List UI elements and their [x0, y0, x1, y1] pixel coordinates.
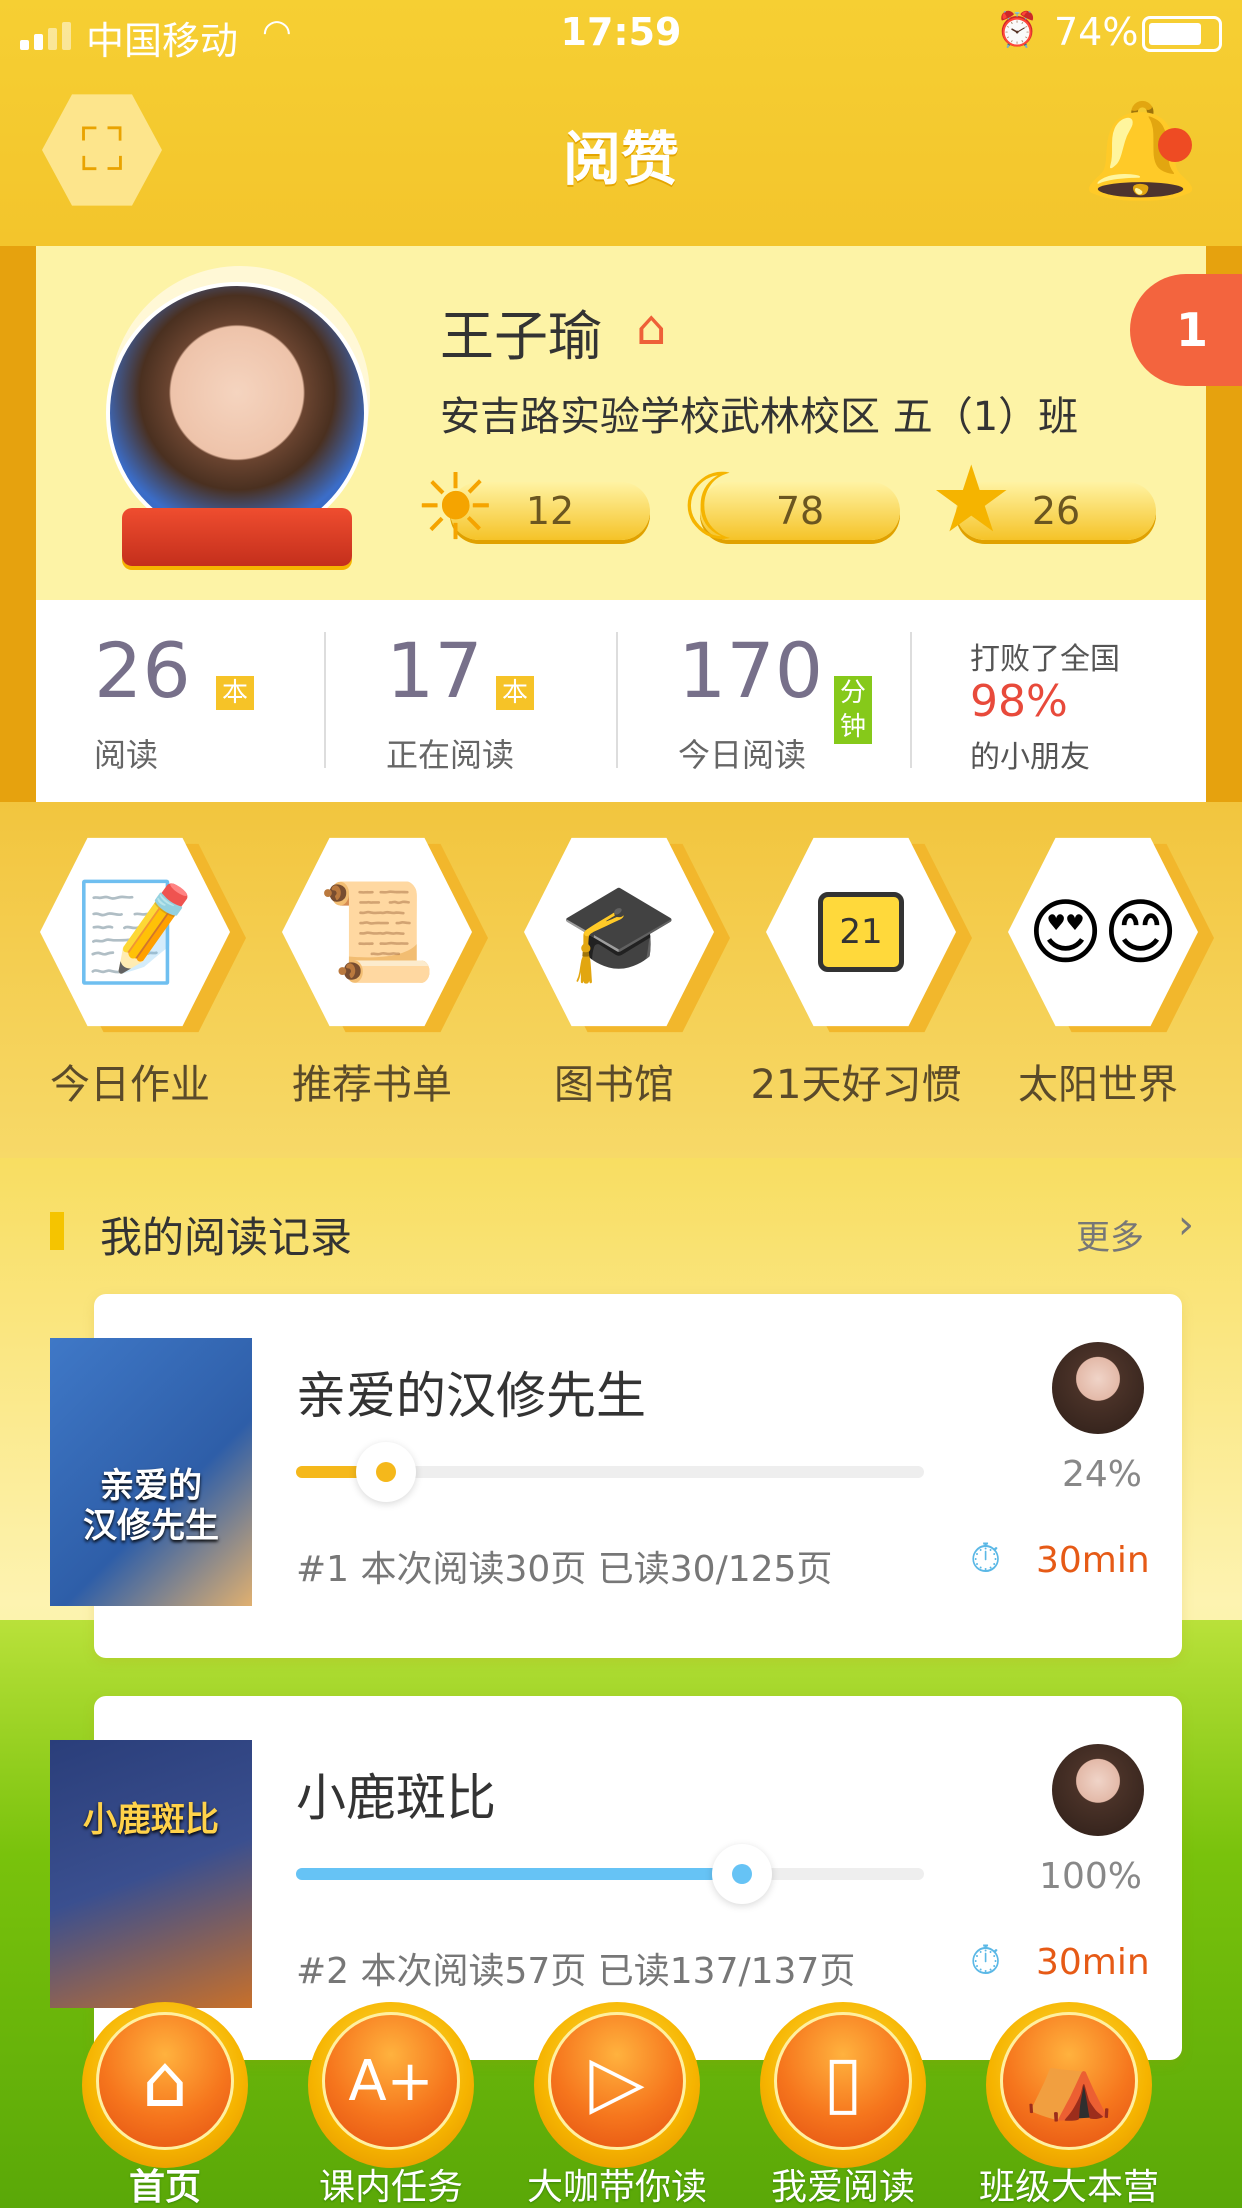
home-icon[interactable]: ⌂: [636, 300, 666, 356]
menu-label: 图书馆: [554, 1062, 674, 1108]
tab-home[interactable]: ⌂ 首页: [62, 1992, 262, 2208]
menu-label: 今日作业: [50, 1062, 210, 1108]
task-icon: A+: [322, 2012, 460, 2150]
tab-love-reading[interactable]: ▯ 我爱阅读: [740, 1992, 940, 2208]
beat-text: 打败了全国: [970, 642, 1120, 677]
book-cover[interactable]: 亲爱的 汉修先生: [50, 1338, 252, 1606]
book-cover[interactable]: 小鹿斑比: [50, 1740, 252, 2008]
avatar-ribbon: [122, 508, 352, 566]
stat-read-label: 阅读: [94, 736, 159, 774]
progress-percent: 100%: [1039, 1856, 1142, 1897]
progress-knob: [356, 1442, 416, 1502]
student-name: 王子瑜: [440, 305, 602, 368]
tab-class-camp[interactable]: ⛺ 班级大本营: [966, 1992, 1166, 2208]
book-title: 小鹿斑比: [296, 1769, 496, 1827]
chevron-right-icon[interactable]: ›: [1178, 1202, 1194, 1248]
menu-booklist[interactable]: 📜 推荐书单: [272, 834, 488, 1108]
menu-label: 太阳世界: [1018, 1062, 1178, 1108]
stat-reading-value: 17: [386, 626, 483, 715]
progress-knob: [712, 1844, 772, 1904]
stopwatch-icon: ⏱: [970, 1536, 1002, 1582]
stats-divider: [616, 632, 618, 768]
stat-reading-label: 正在阅读: [386, 736, 515, 774]
stats-divider: [910, 632, 912, 768]
menu-habit[interactable]: 21 21天好习惯: [751, 834, 972, 1108]
stat-read-value: 26: [94, 626, 191, 715]
book-icon: ▯: [774, 2012, 912, 2150]
menu-label: 21天好习惯: [750, 1062, 962, 1108]
book-cover-text: 小鹿斑比: [83, 1800, 219, 1840]
reader-avatar[interactable]: [1052, 1342, 1144, 1434]
home-icon: ⌂: [96, 2012, 234, 2150]
tab-class-tasks[interactable]: A+ 课内任务: [288, 1992, 488, 2208]
stopwatch-icon: ⏱: [970, 1938, 1002, 1984]
sun-count-value: 12: [525, 489, 575, 533]
tab-expert-read[interactable]: ▷ 大咖带你读: [514, 1992, 714, 2208]
menu-homework[interactable]: 📝 今日作业: [30, 834, 246, 1108]
calendar-day: 21: [818, 892, 904, 972]
book-cover-text: 亲爱的 汉修先生: [83, 1466, 219, 1546]
page-title: 阅赞: [562, 125, 679, 193]
stat-read-unit: 本: [216, 676, 255, 710]
moon-count-value: 78: [775, 489, 825, 533]
progress-fill: [296, 1868, 742, 1880]
reading-minutes: 30min: [1036, 1942, 1150, 1983]
progress-track: [296, 1844, 924, 1904]
section-title: 我的阅读记录: [100, 1213, 353, 1262]
sun-icon: ☀: [414, 454, 497, 561]
stat-today-label: 今日阅读: [678, 736, 807, 774]
status-bar: 中国移动 ◠ 17:59 ⏰ 74%: [0, 0, 1242, 68]
reader-avatar[interactable]: [1052, 1744, 1144, 1836]
stat-today-unit: 分钟: [834, 676, 873, 744]
battery-icon: [1142, 16, 1222, 52]
notification-dot: [1158, 128, 1192, 162]
menu-label: 推荐书单: [292, 1062, 452, 1108]
reading-meta: #1 本次阅读30页 已读30/125页: [296, 1549, 833, 1590]
more-link[interactable]: 更多: [1076, 1210, 1144, 1259]
stat-reading-unit: 本: [496, 676, 535, 710]
section-marker: [50, 1212, 64, 1250]
stats-divider: [324, 632, 326, 768]
stat-today-value: 170: [678, 626, 824, 715]
menu-library[interactable]: 🎓 图书馆: [514, 834, 730, 1108]
beat-text-suffix: 的小朋友: [970, 740, 1090, 775]
menu-sun-world[interactable]: 😍😊 太阳世界: [998, 834, 1214, 1108]
tab-label: 班级大本营: [978, 2167, 1159, 2208]
profile-side-left: [0, 246, 36, 802]
notification-badge[interactable]: 1: [1130, 274, 1242, 386]
progress-track: [296, 1442, 924, 1502]
battery-percent: 74%: [1054, 10, 1139, 54]
reading-meta: #2 本次阅读57页 已读137/137页: [296, 1951, 856, 1992]
book-title: 亲爱的汉修先生: [296, 1367, 646, 1425]
progress-percent: 24%: [1061, 1454, 1142, 1495]
school-class: 安吉路实验学校武林校区 五（1）班: [440, 394, 1079, 440]
alarm-icon: ⏰: [996, 10, 1039, 50]
reading-minutes: 30min: [1036, 1540, 1150, 1581]
beat-percent: 98%: [970, 676, 1068, 727]
star-icon: ★: [930, 446, 1013, 553]
app-screen: 中国移动 ◠ 17:59 ⏰ 74% ⛶ 阅赞 🔔 王子瑜 ⌂ 安吉路实验学校武…: [0, 0, 1242, 2208]
play-icon: ▷: [548, 2012, 686, 2150]
tent-icon: ⛺: [1000, 2012, 1138, 2150]
moon-icon: ☾: [680, 454, 763, 561]
avatar[interactable]: [106, 282, 368, 544]
star-count-value: 26: [1031, 489, 1081, 533]
